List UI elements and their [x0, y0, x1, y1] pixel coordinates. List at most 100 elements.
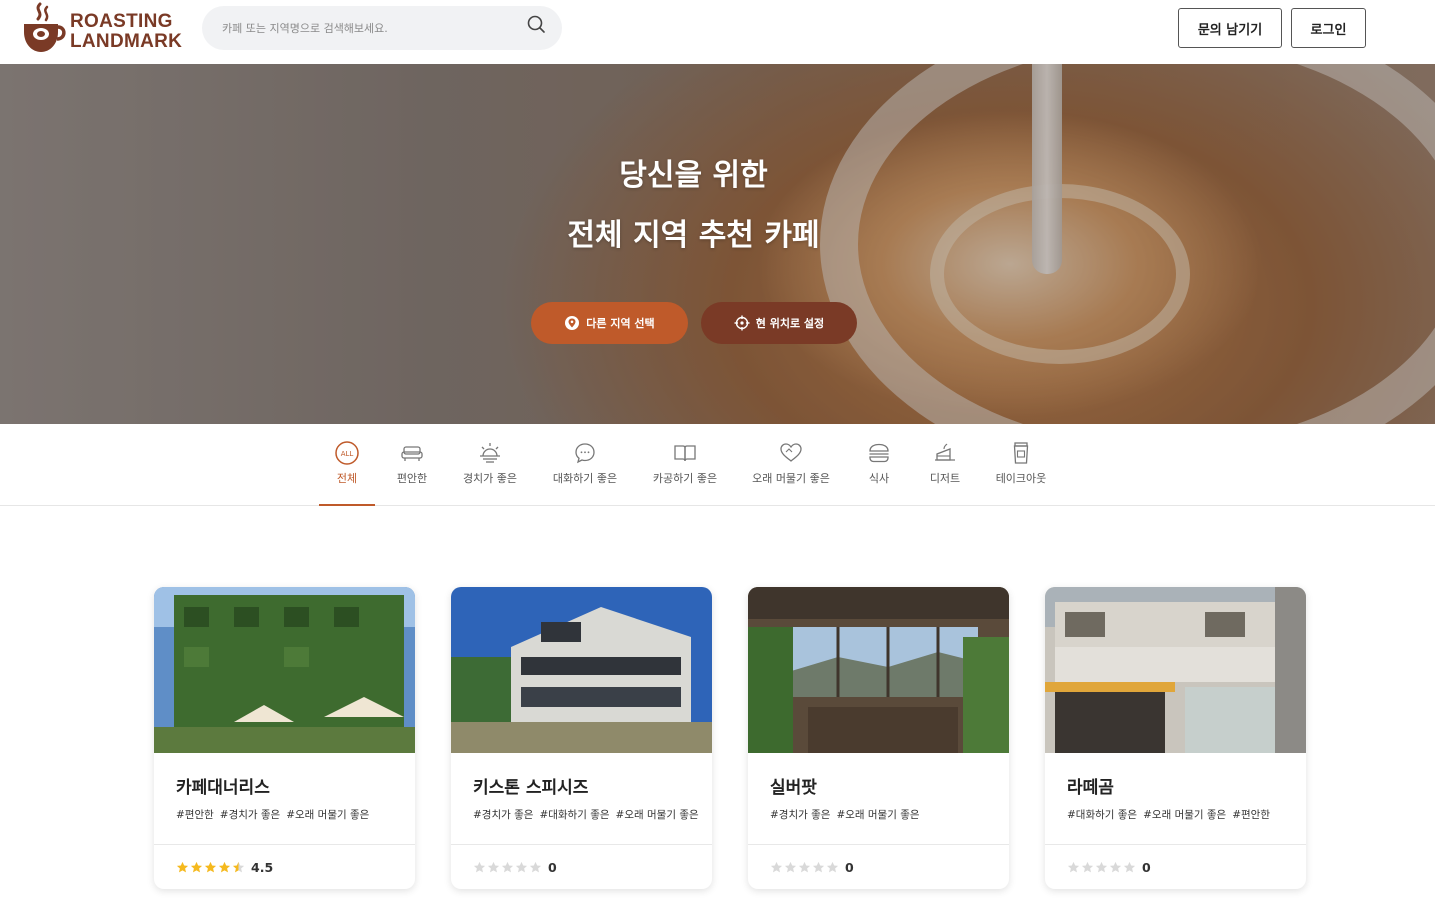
star-icon	[1109, 861, 1122, 872]
search-icon[interactable]	[526, 14, 546, 34]
rating-value: 0	[1142, 859, 1151, 875]
sunrise-icon	[480, 443, 500, 463]
star-icon	[232, 861, 245, 872]
tab-all[interactable]: ALL 전체	[319, 436, 375, 506]
cafe-tag[interactable]: #경치가 좋은	[473, 809, 533, 821]
tab-conversation[interactable]: 대화하기 좋은	[550, 436, 620, 506]
cafe-tags: #경치가 좋은 #대화하기 좋은 #오래 머물기 좋은	[473, 807, 705, 822]
cafe-tag[interactable]: #편안한	[176, 809, 214, 821]
card-divider	[451, 844, 712, 845]
cafe-tags: #경치가 좋은 #오래 머물기 좋은	[770, 807, 926, 822]
cafe-card[interactable]: 카페대너리스 #편안한 #경치가 좋은 #오래 머물기 좋은 4.5	[154, 587, 415, 889]
star-icon	[487, 861, 500, 872]
star-icon	[501, 861, 514, 872]
cafe-rating: 0	[473, 858, 557, 876]
tab-long-stay[interactable]: 오래 머물기 좋은	[749, 436, 833, 506]
card-divider	[748, 844, 1009, 845]
tab-takeout[interactable]: 테이크아웃	[992, 436, 1050, 506]
card-divider	[1045, 844, 1306, 845]
cafe-tag[interactable]: #오래 머물기 좋은	[286, 809, 369, 821]
hero-title-line1: 당신을 위한	[619, 158, 768, 193]
tab-comfortable[interactable]: 편안한	[389, 436, 435, 506]
rating-value: 4.5	[251, 859, 274, 875]
star-icon	[1095, 861, 1108, 872]
sofa-icon	[401, 446, 423, 461]
star-icon	[770, 861, 783, 872]
top-header: ROASTING LANDMARK 문의 남기기 로그인	[0, 0, 1435, 64]
tab-dessert[interactable]: 디저트	[925, 436, 965, 506]
cafe-photo	[748, 587, 1009, 753]
cafe-photo	[1045, 587, 1306, 753]
cafe-tag[interactable]: #대화하기 좋은	[1067, 809, 1137, 821]
star-rating	[1067, 861, 1136, 874]
cafe-photo	[154, 587, 415, 753]
tab-label: 테이크아웃	[995, 472, 1047, 485]
category-tabs: ALL 전체 편안한 경치가 좋은 대화하기 좋은 카공하기 좋은 오래 머물기…	[0, 424, 1435, 506]
search-input[interactable]	[222, 17, 512, 39]
star-icon	[473, 861, 486, 872]
cafe-name: 실버팟	[770, 778, 817, 798]
star-icon	[826, 861, 839, 872]
cafe-card[interactable]: 실버팟 #경치가 좋은 #오래 머물기 좋은 0	[748, 587, 1009, 889]
inquiry-button[interactable]: 문의 남기기	[1178, 8, 1282, 48]
brand-wordmark: ROASTING LANDMARK	[70, 12, 182, 52]
burger-icon	[869, 443, 889, 463]
tab-label: 오래 머물기 좋은	[752, 472, 830, 485]
rating-value: 0	[548, 859, 557, 875]
heart-icon	[780, 443, 802, 462]
tab-label: 전체	[336, 472, 358, 485]
brand-line2: LANDMARK	[70, 31, 183, 52]
tab-label: 대화하기 좋은	[552, 472, 618, 485]
star-rating	[473, 861, 542, 874]
tab-label: 디저트	[929, 472, 961, 485]
star-icon	[190, 861, 203, 872]
card-divider	[154, 844, 415, 845]
tab-study[interactable]: 카공하기 좋은	[650, 436, 720, 506]
tab-label: 카공하기 좋은	[652, 472, 718, 485]
star-rating	[770, 861, 839, 874]
cafe-tag[interactable]: #편안한	[1232, 809, 1270, 821]
current-location-label: 현 위치로 설정	[755, 317, 825, 330]
star-icon	[204, 861, 217, 872]
cafe-name: 키스톤 스피시즈	[473, 778, 589, 798]
tab-meal[interactable]: 식사	[862, 436, 896, 506]
hero-banner: 당신을 위한 전체 지역 추천 카페 다른 지역 선택 현 위치로 설정	[0, 64, 1435, 424]
cake-icon	[935, 443, 955, 461]
cafe-tag[interactable]: #대화하기 좋은	[539, 809, 609, 821]
cafe-tags: #편안한 #경치가 좋은 #오래 머물기 좋은	[176, 807, 375, 822]
current-location-button[interactable]: 현 위치로 설정	[701, 302, 857, 344]
select-region-button[interactable]: 다른 지역 선택	[531, 302, 688, 344]
brand-logo[interactable]: ROASTING LANDMARK	[20, 2, 182, 56]
coffee-cup-icon	[24, 2, 66, 52]
cafe-tag[interactable]: #오래 머물기 좋은	[1143, 809, 1226, 821]
select-region-label: 다른 지역 선택	[586, 317, 655, 330]
all-icon: ALL	[335, 441, 359, 465]
cafe-tag[interactable]: #오래 머물기 좋은	[616, 809, 699, 821]
cafe-tag[interactable]: #경치가 좋은	[770, 809, 830, 821]
star-icon	[1067, 861, 1080, 872]
takeout-cup-icon	[1013, 442, 1029, 464]
hero-title-line2: 전체 지역 추천 카페	[567, 218, 820, 253]
brand-line1: ROASTING	[70, 11, 173, 32]
chat-bubble-icon	[575, 443, 595, 464]
cafe-rating: 0	[770, 858, 854, 876]
star-icon	[529, 861, 542, 872]
search-bar	[202, 6, 562, 50]
tab-label: 편안한	[396, 472, 428, 485]
tab-scenic[interactable]: 경치가 좋은	[460, 436, 520, 506]
cafe-tag[interactable]: #오래 머물기 좋은	[836, 809, 919, 821]
map-pin-icon	[565, 316, 580, 330]
star-icon	[515, 861, 528, 872]
star-icon	[798, 861, 811, 872]
cafe-tags: #대화하기 좋은 #오래 머물기 좋은 #편안한	[1067, 807, 1276, 822]
cafe-tag[interactable]: #경치가 좋은	[220, 809, 280, 821]
star-icon	[1081, 861, 1094, 872]
cafe-card[interactable]: 라떼곰 #대화하기 좋은 #오래 머물기 좋은 #편안한 0	[1045, 587, 1306, 889]
cafe-rating: 0	[1067, 858, 1151, 876]
cafe-card[interactable]: 키스톤 스피시즈 #경치가 좋은 #대화하기 좋은 #오래 머물기 좋은 0	[451, 587, 712, 889]
login-button[interactable]: 로그인	[1291, 8, 1366, 48]
cafe-rating: 4.5	[176, 858, 273, 876]
star-icon	[1123, 861, 1136, 872]
rating-value: 0	[845, 859, 854, 875]
star-rating	[176, 861, 245, 874]
